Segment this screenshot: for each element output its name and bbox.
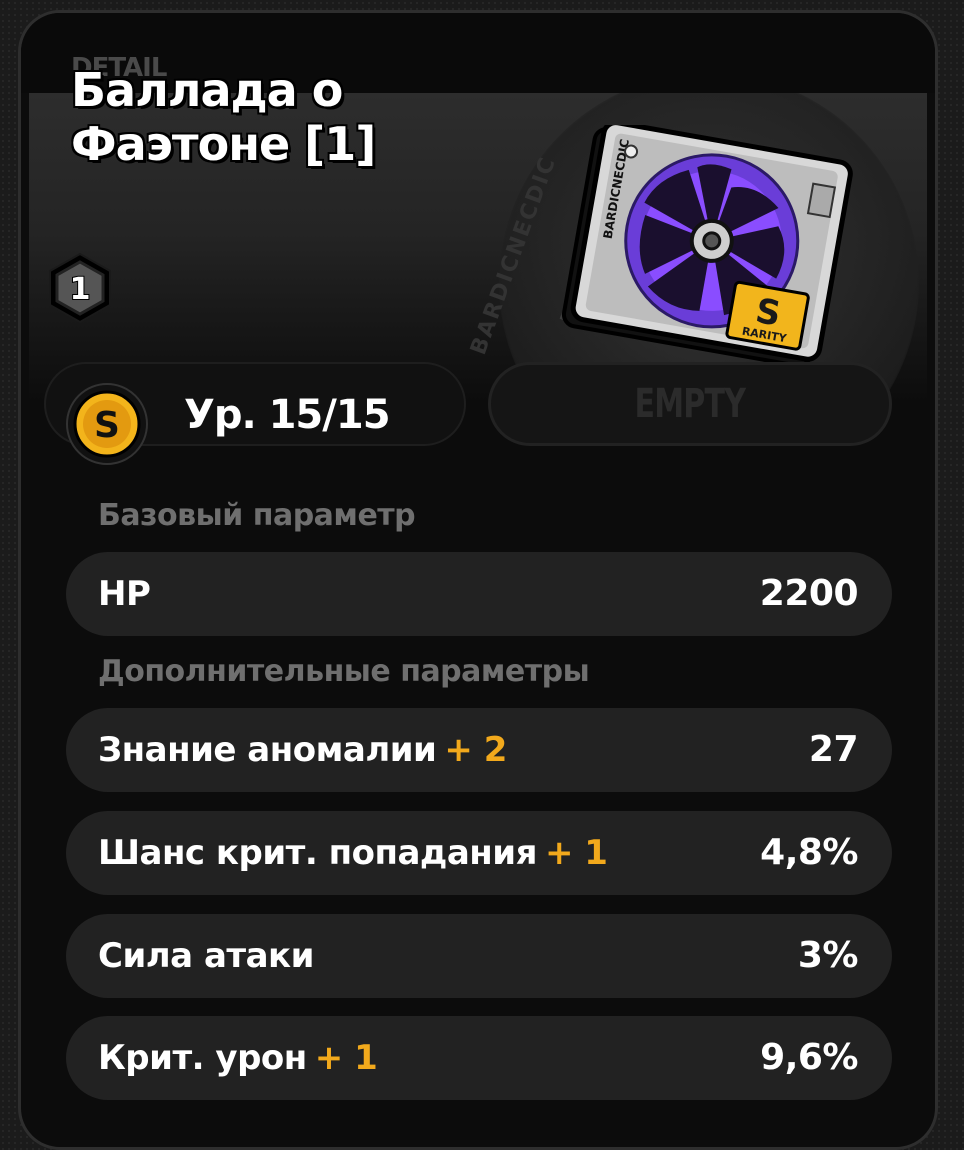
- empty-slot-button[interactable]: EMPTY: [488, 362, 892, 446]
- stat-value: 3%: [797, 935, 859, 976]
- disc-title: Баллада о Фаэтоне [1]: [71, 63, 376, 171]
- disc-level: Ур. 15/15: [184, 392, 391, 438]
- s-rank-coin-icon: S: [66, 383, 148, 465]
- stat-name: HP: [98, 574, 151, 614]
- slot-number-badge: 1: [49, 252, 111, 324]
- stat-value: 9,6%: [760, 1037, 858, 1078]
- stat-upgrade-bonus: + 2: [444, 730, 507, 770]
- stat-name: Знание аномалии + 2: [98, 730, 507, 770]
- drive-disc-icon: BARDICNECDIC S RARITY: [561, 125, 853, 368]
- stat-upgrade-bonus: + 1: [544, 833, 608, 873]
- stat-row-anomaly-proficiency: Знание аномалии + 2 27: [66, 708, 892, 792]
- stat-value: 4,8%: [760, 832, 858, 873]
- additional-stats-heading: Дополнительные параметры: [98, 654, 590, 689]
- stat-row-hp: HP 2200: [66, 552, 892, 636]
- stat-row-attack: Сила атаки 3%: [66, 914, 892, 998]
- slot-number: 1: [70, 272, 91, 307]
- base-stats-heading: Базовый параметр: [98, 498, 416, 533]
- stat-name: Крит. урон + 1: [98, 1038, 378, 1078]
- stat-value: 2200: [759, 573, 859, 614]
- stat-row-crit-rate: Шанс крит. попадания + 1 4,8%: [66, 811, 892, 895]
- coin-letter: S: [94, 405, 120, 446]
- stat-value: 27: [808, 729, 859, 770]
- stat-row-crit-damage: Крит. урон + 1 9,6%: [66, 1016, 892, 1100]
- empty-slot-label: EMPTY: [634, 381, 747, 427]
- stat-name: Сила атаки: [98, 936, 314, 976]
- stat-name: Шанс крит. попадания + 1: [98, 833, 608, 873]
- stat-upgrade-bonus: + 1: [314, 1038, 378, 1078]
